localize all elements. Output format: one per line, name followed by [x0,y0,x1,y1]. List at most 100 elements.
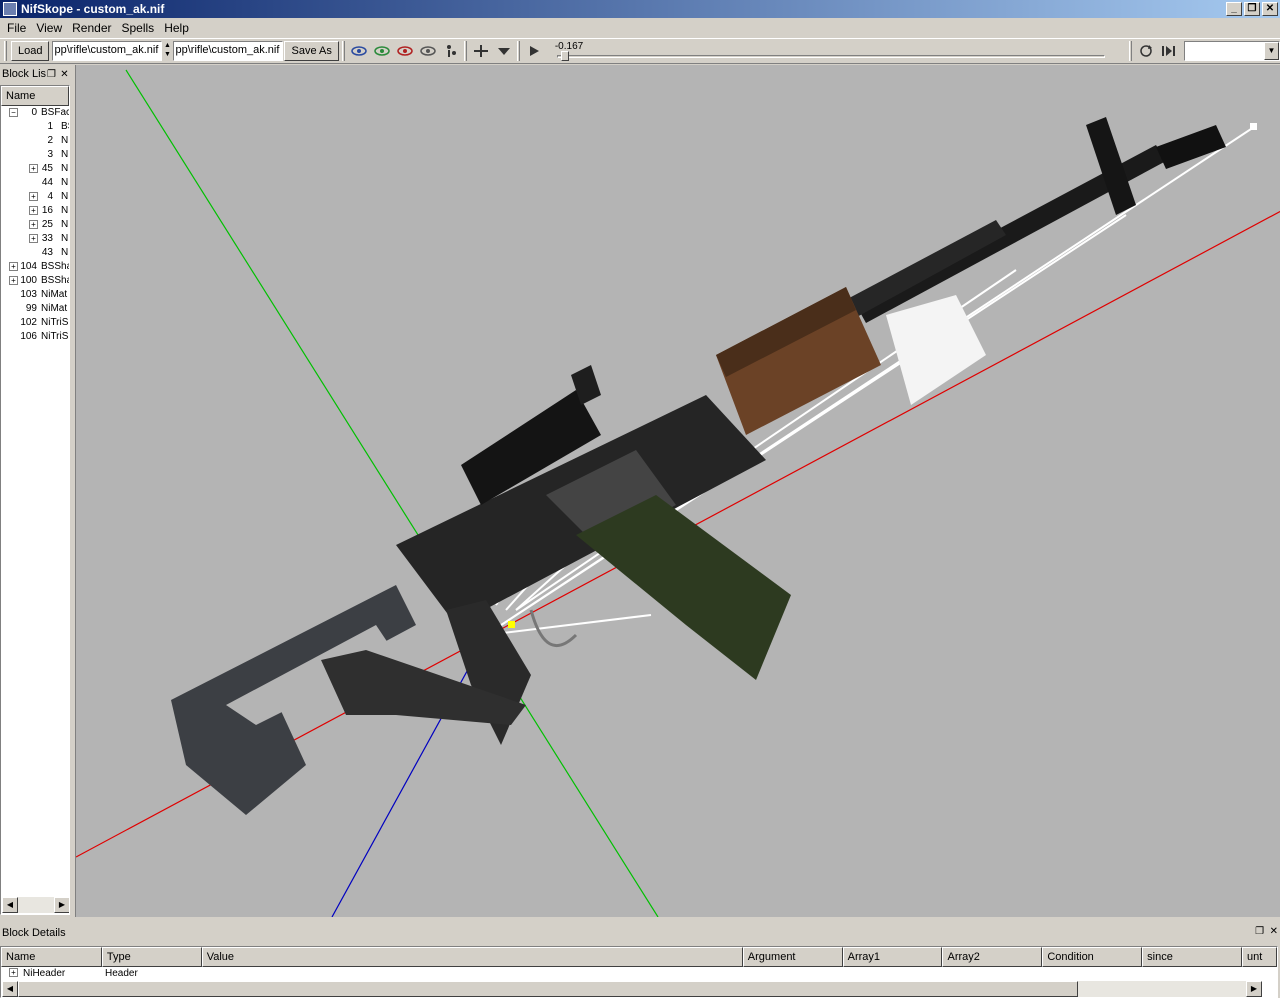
tree-item[interactable]: 102 NiTriSl [1,316,69,330]
col-array2[interactable]: Array2 [942,947,1043,967]
move-axes-icon[interactable] [471,41,491,61]
tree-item[interactable]: +33 N [1,232,69,246]
col-value[interactable]: Value [201,947,743,967]
chevron-down-icon[interactable]: ▼ [1264,42,1279,60]
expand-icon[interactable]: + [29,164,38,173]
toolbar-grip[interactable] [4,41,7,61]
col-type[interactable]: Type [101,947,202,967]
menu-render[interactable]: Render [67,21,116,35]
expand-icon[interactable]: + [9,968,18,977]
tree-item-number: 3 [47,149,53,160]
table-row[interactable]: + NiHeader Header [1,967,1277,981]
tree-item-label: N [61,191,69,202]
time-slider-thumb[interactable] [560,51,569,61]
toolbar-grip-2[interactable] [341,41,345,61]
tree-item-label: N [61,135,69,146]
block-list-hscroll[interactable]: ◀ ▶ [2,897,69,913]
close-icon[interactable]: ✕ [1270,926,1278,937]
expand-icon[interactable]: + [9,262,18,271]
tree-item[interactable]: 99 NiMat [1,302,69,316]
tree-item-label: N [61,219,69,230]
expand-icon[interactable]: + [29,234,38,243]
col-since[interactable]: since [1142,947,1243,967]
tree-item[interactable]: − 0 BSFac [1,106,69,120]
float-icon[interactable]: ❐ [46,69,57,80]
tree-item-number: 100 [20,275,37,286]
expand-icon[interactable]: + [29,192,38,201]
tree-item[interactable]: 44 N [1,176,69,190]
tree-item[interactable]: +104 BSSha [1,260,69,274]
tree-item[interactable]: +25 N [1,218,69,232]
save-path-input[interactable]: pp\rifle\custom_ak.nif [173,41,284,61]
scroll-left-icon[interactable]: ◀ [2,981,18,997]
menu-view[interactable]: View [31,21,67,35]
tree-item[interactable]: 3N [1,148,69,162]
view-eye-blue-icon[interactable] [349,41,369,61]
menu-file[interactable]: File [2,21,31,35]
scroll-thumb[interactable] [18,981,1078,997]
switch-animation-icon[interactable] [1159,41,1179,61]
play-icon[interactable] [524,41,544,61]
loop-icon[interactable] [1136,41,1156,61]
path-spinner[interactable]: ▲ ▼ [163,41,171,61]
view-eye-green-icon[interactable] [372,41,392,61]
menu-help[interactable]: Help [159,21,194,35]
scroll-track[interactable] [18,897,54,913]
col-argument[interactable]: Argument [742,947,843,967]
tree-item[interactable]: +4 N [1,190,69,204]
toolbar-grip-3[interactable] [463,41,467,61]
tree-item[interactable]: +45 N [1,162,69,176]
time-slider[interactable]: -0.167 [551,41,1111,61]
restore-button[interactable]: ❐ [1244,2,1260,16]
tree-item-label: BSFac [41,107,70,118]
col-name[interactable]: Name [1,947,102,967]
details-hscroll[interactable]: ◀ ▶ [2,981,1262,997]
scroll-right-icon[interactable]: ▶ [54,897,69,913]
minimize-button[interactable]: _ [1226,2,1242,16]
close-button[interactable]: ✕ [1262,2,1278,16]
walk-icon[interactable] [441,41,461,61]
toolbar-grip-5[interactable] [1129,41,1132,61]
view-eye-red-icon[interactable] [395,41,415,61]
tree-item[interactable]: 2N [1,134,69,148]
menu-spells[interactable]: Spells [117,21,160,35]
tree-item[interactable]: 43 N [1,246,69,260]
tree-item-number: 106 [20,331,37,342]
tree-item[interactable]: 1 BS [1,120,69,134]
float-icon[interactable]: ❐ [1255,926,1264,937]
expand-icon[interactable]: + [29,206,38,215]
menu-bar: File View Render Spells Help [0,18,1280,38]
collapse-icon[interactable]: − [9,108,18,117]
close-icon[interactable]: ✕ [59,69,70,80]
view-dropdown-icon[interactable] [494,41,514,61]
tree-item[interactable]: +16 N [1,204,69,218]
tree-item-number: 99 [25,303,37,314]
tree-item[interactable]: 103 NiMat [1,288,69,302]
load-path-input[interactable]: pp\rifle\custom_ak.nif [52,41,163,61]
block-list-titlebar: Block Lis ❐ ✕ [0,65,72,83]
save-as-button[interactable]: Save As [284,41,339,61]
col-until[interactable]: unt [1242,947,1277,967]
time-value: -0.167 [554,41,584,52]
block-details-table[interactable]: Name Type Value Argument Array1 Array2 C… [0,946,1278,998]
bone-node [1250,123,1257,130]
tree-item[interactable]: 106 NiTriSl [1,330,69,344]
scroll-right-icon[interactable]: ▶ [1246,981,1262,997]
animation-combo[interactable]: ▼ [1184,41,1280,61]
tree-item-number: 44 [41,177,53,188]
render-viewport[interactable] [75,65,1280,917]
block-list-column-name[interactable]: Name [1,86,69,106]
time-slider-track[interactable] [556,55,1105,58]
scroll-track[interactable] [1078,981,1246,997]
expand-icon[interactable]: + [9,276,18,285]
scroll-left-icon[interactable]: ◀ [2,897,18,913]
load-button[interactable]: Load [11,41,50,61]
col-array1[interactable]: Array1 [842,947,943,967]
toolbar-grip-4[interactable] [516,41,520,61]
block-tree[interactable]: Name −0BSFac1BS2N3N+45N44N+4N+16N+25N+33… [0,85,70,915]
scene-svg [76,69,1280,917]
expand-icon[interactable]: + [29,220,38,229]
view-eye-gray-icon[interactable] [418,41,438,61]
col-condition[interactable]: Condition [1042,947,1143,967]
tree-item[interactable]: +100 BSSha [1,274,69,288]
